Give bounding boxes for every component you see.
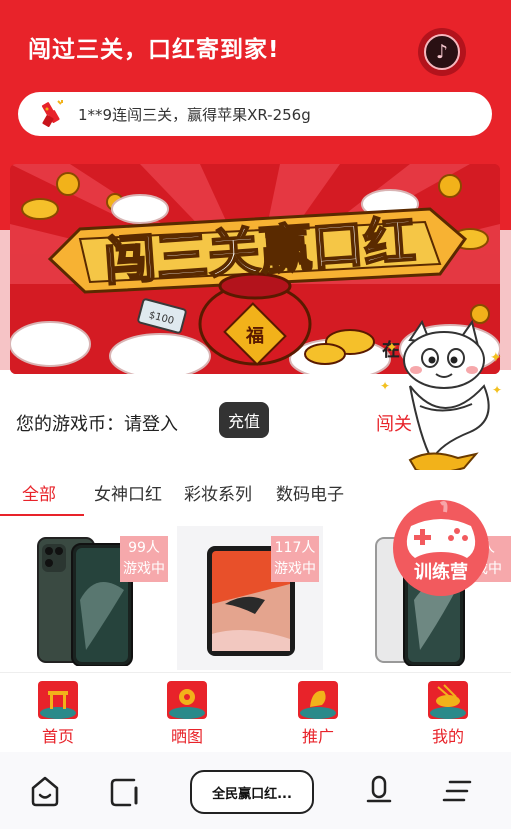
tabbar-item-profile[interactable]: 我的 bbox=[416, 679, 480, 746]
winner-ticker: 1**9连闯三关，赢得苹果XR-256g bbox=[18, 92, 492, 136]
svg-text:✦: ✦ bbox=[380, 379, 390, 393]
tabs-icon[interactable] bbox=[108, 774, 142, 808]
badge-count: 117人 bbox=[274, 540, 316, 556]
tab-digital[interactable]: 数码电子 bbox=[276, 480, 344, 505]
tab-lipstick[interactable]: 女神口红 bbox=[94, 480, 162, 505]
players-badge: 99人 游戏中 bbox=[120, 536, 168, 582]
svg-text:✦: ✦ bbox=[490, 350, 502, 366]
url-bar[interactable]: 全民赢口红... bbox=[190, 770, 314, 814]
active-tab-indicator bbox=[0, 514, 84, 516]
tabbar-item-promote[interactable]: 推广 bbox=[286, 679, 350, 746]
game-coins-label: 您的游戏币：请登入 bbox=[16, 414, 178, 435]
product-card[interactable]: 117人 游戏中 bbox=[177, 526, 323, 670]
product-card[interactable]: 99人 游戏中 bbox=[26, 526, 172, 670]
tab-all[interactable]: 全部 bbox=[22, 480, 56, 505]
home-icon[interactable] bbox=[28, 774, 62, 808]
tabbar-label: 我的 bbox=[431, 727, 464, 746]
browser-nav-bar: 全民赢口红... bbox=[0, 752, 511, 829]
players-badge: 117人 游戏中 bbox=[271, 536, 319, 582]
training-camp-label: 训练营 bbox=[414, 561, 468, 583]
svg-text:✦: ✦ bbox=[386, 340, 398, 356]
tabbar-item-home[interactable]: 首页 bbox=[26, 679, 90, 746]
banner-fu-text: 福 bbox=[245, 325, 264, 347]
svg-text:✦: ✦ bbox=[492, 383, 502, 397]
badge-status: 游戏中 bbox=[274, 561, 316, 577]
bottom-tab-bar: 首页 晒图 推广 我的 bbox=[0, 672, 511, 748]
promote-animal-icon bbox=[298, 681, 338, 719]
home-gate-icon bbox=[38, 681, 78, 719]
genie-mascot[interactable]: ✦ ✦ ✦ ✦ bbox=[380, 320, 508, 480]
microphone-icon[interactable] bbox=[362, 774, 396, 808]
tab-makeup[interactable]: 彩妆系列 bbox=[184, 480, 252, 505]
tabbar-label: 晒图 bbox=[170, 727, 203, 746]
music-toggle-button[interactable]: ♪ bbox=[418, 28, 466, 76]
firecracker-icon bbox=[41, 100, 63, 127]
profile-noodle-icon bbox=[428, 681, 468, 719]
tabbar-item-showcase[interactable]: 晒图 bbox=[155, 679, 219, 746]
tabbar-label: 首页 bbox=[41, 727, 74, 746]
badge-count: 99人 bbox=[128, 540, 160, 556]
recharge-button[interactable]: 充值 bbox=[219, 402, 269, 438]
flower-share-icon bbox=[167, 681, 207, 719]
music-note-icon: ♪ bbox=[424, 34, 460, 70]
ticker-text: 1**9连闯三关，赢得苹果XR-256g bbox=[78, 105, 311, 124]
badge-status: 游戏中 bbox=[123, 561, 165, 577]
gamepad-icon: 训练营 bbox=[393, 500, 489, 596]
training-camp-button[interactable]: 训练营 bbox=[387, 498, 495, 598]
menu-icon[interactable] bbox=[442, 774, 476, 808]
page-title: 闯过三关，口红寄到家! bbox=[28, 37, 280, 63]
tabbar-label: 推广 bbox=[301, 727, 334, 746]
